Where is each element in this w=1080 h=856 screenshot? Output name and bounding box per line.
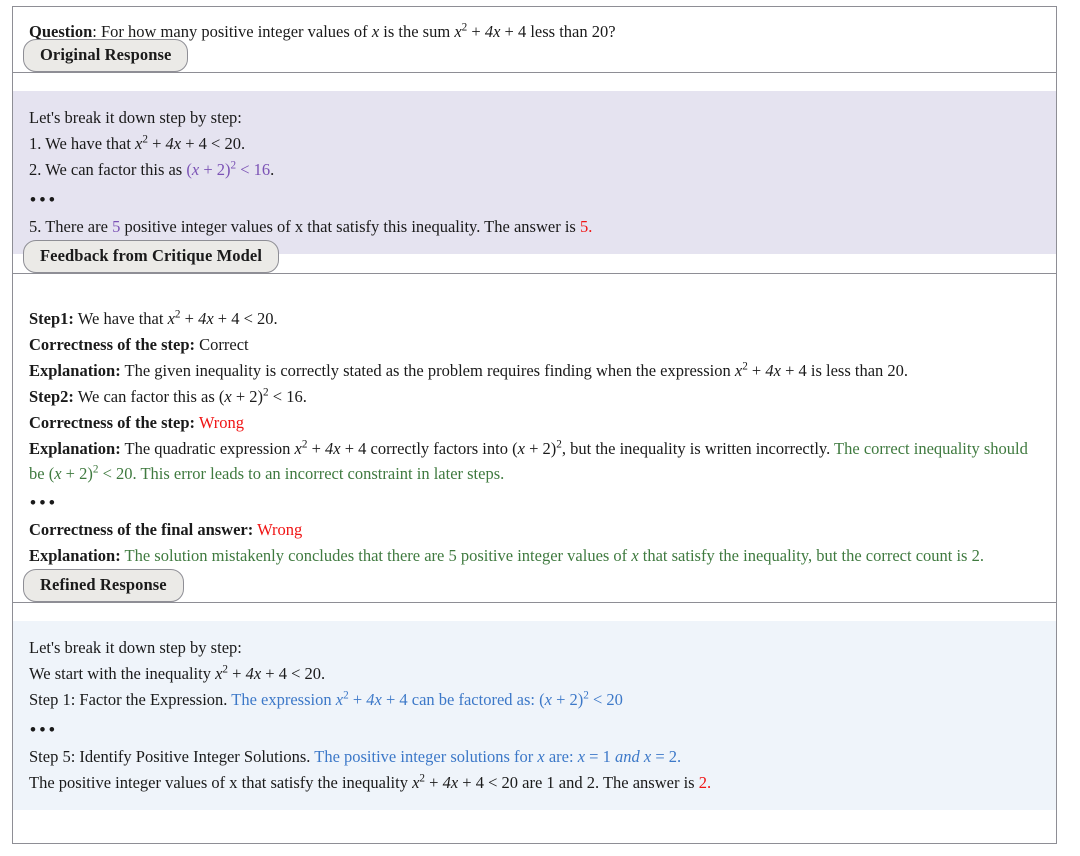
feedback-explanation-2-expr1: x2 + 4x + 4: [294, 438, 367, 458]
refined-line-3-blue-a: The expression: [231, 690, 336, 710]
original-line-2-suffix: .: [241, 134, 246, 154]
feedback-explanation-label-1: Explanation:: [29, 360, 121, 380]
feedback-explanation-label-3: Explanation:: [29, 546, 121, 566]
refined-line-3: Step 1: Factor the Expression. The expre…: [29, 687, 1040, 712]
feedback-step2-correctness: Correctness of the step: Wrong: [29, 410, 1040, 435]
question-text-after: less than 20?: [526, 22, 616, 41]
refined-line-2: We start with the inequality x2 + 4x + 4…: [29, 661, 1040, 686]
feedback-correctness-value-2: Wrong: [198, 412, 245, 432]
refined-line-6-mid: are 1 and 2. The answer is: [518, 772, 699, 792]
original-line-5-answer: 5.: [579, 216, 593, 236]
refined-line-5-blue-a: The positive integer solutions for: [314, 746, 538, 766]
feedback-explanation-1-suffix: is less than 20.: [806, 360, 909, 380]
question-label: Question: [29, 22, 93, 41]
feedback-explanation-2-b: correctly factors into: [366, 438, 513, 458]
tab-refined-response[interactable]: Refined Response: [23, 569, 184, 603]
feedback-body: Step1: We have that x2 + 4x + 4 < 20. Co…: [13, 291, 1056, 584]
refined-line-2-suffix: .: [321, 664, 326, 684]
original-response-rule: [13, 72, 1056, 74]
refined-line-5: Step 5: Identify Positive Integer Soluti…: [29, 744, 1040, 769]
refined-line-5-blue-b: are:: [544, 746, 578, 766]
refined-line-5-var: x: [537, 746, 545, 766]
original-line-2: 1. We have that x2 + 4x + 4 < 20.: [29, 131, 1040, 156]
refined-ellipsis: •••: [30, 719, 59, 739]
original-line-3-prefix: 2. We can factor this as: [29, 160, 187, 180]
feedback-final-correctness: Correctness of the final answer: Wrong: [29, 517, 1040, 542]
feedback-step2-suffix: .: [302, 386, 307, 406]
refined-line-3-blue-b: can be factored as:: [407, 690, 540, 710]
refined-response-body: Let's break it down step by step: We sta…: [13, 621, 1056, 810]
feedback-step1-text: We have that: [77, 308, 168, 328]
answer-comparison-panel: Question: For how many positive integer …: [12, 6, 1057, 844]
refined-line-2-expression: x2 + 4x + 4 < 20: [215, 663, 322, 684]
refined-line-6: The positive integer values of x that sa…: [29, 770, 1040, 795]
original-line-5-prefix: 5. There are: [29, 216, 113, 236]
original-line-3: 2. We can factor this as (x + 2)2 < 16.: [29, 157, 1040, 182]
feedback-explanation-3-var: x: [631, 546, 639, 566]
refined-line-5-prefix: Step 5: Identify Positive Integer Soluti…: [29, 746, 315, 766]
feedback-explanation-2: Explanation: The quadratic expression x2…: [29, 436, 1040, 486]
feedback-step2-label: Step2:: [29, 386, 74, 406]
feedback-explanation-2-c: , but the inequality is written incorrec…: [561, 438, 831, 458]
feedback-explanation-3-a: The solution mistakenly concludes that t…: [124, 546, 632, 566]
question-text-mid: is the sum: [379, 22, 455, 41]
feedback-correctness-value-1: Correct: [199, 334, 249, 354]
tab-original-response[interactable]: Original Response: [23, 39, 189, 73]
refined-line-6-expression: x2 + 4x + 4 < 20: [412, 772, 519, 792]
original-line-5: 5. There are 5 positive integer values o…: [29, 214, 1040, 239]
feedback-step2: Step2: We can factor this as (x + 2)2 < …: [29, 384, 1040, 409]
refined-line-6-prefix: The positive integer values of x that sa…: [29, 772, 413, 792]
feedback-step1: Step1: We have that x2 + 4x + 4 < 20.: [29, 306, 1040, 331]
original-line-3-suffix: .: [270, 160, 275, 180]
feedback-final-correctness-value: Wrong: [257, 520, 303, 540]
feedback-explanation-2-green-expr: (x + 2)2 < 20: [48, 463, 133, 484]
feedback-tabrow: Feedback from Critique Model: [13, 239, 1056, 292]
refined-response-tabrow: Refined Response: [13, 569, 1056, 621]
original-line-2-prefix: 1. We have that: [29, 134, 136, 154]
refined-line-3-prefix: Step 1: Factor the Expression.: [29, 690, 232, 710]
feedback-step1-expression: x2 + 4x + 4 < 20: [167, 308, 274, 328]
feedback-step1-label: Step1:: [29, 308, 74, 328]
original-response-tabrow: Original Response: [13, 39, 1056, 91]
refined-line-3-expr1: x2 + 4x + 4: [335, 689, 408, 710]
original-line-5-mid: positive integer values of x that satisf…: [120, 216, 580, 236]
feedback-explanation-2-expr2: (x + 2)2: [512, 438, 562, 458]
refined-response-rule: [13, 602, 1056, 604]
refined-line-6-answer: 2.: [698, 772, 712, 792]
feedback-step2-text: We can factor this as: [77, 386, 219, 406]
feedback-explanation-label-2: Explanation:: [29, 438, 121, 458]
question-text-before: : For how many positive integer values o…: [92, 22, 372, 41]
tab-feedback-from-critique-model[interactable]: Feedback from Critique Model: [23, 239, 280, 273]
feedback-step1-correctness: Correctness of the step: Correct: [29, 332, 1040, 357]
original-response-body: Let's break it down step by step: 1. We …: [13, 91, 1056, 254]
original-ellipsis: •••: [30, 189, 59, 209]
feedback-explanation-1-expression: x2 + 4x + 4: [734, 360, 807, 380]
feedback-ellipsis: •••: [30, 493, 59, 513]
refined-line-5-expression: x = 1 and x = 2.: [577, 746, 682, 766]
original-line-3-expression: (x + 2)2 < 16: [186, 159, 271, 180]
feedback-explanation-3: Explanation: The solution mistakenly con…: [29, 543, 1040, 568]
feedback-rule: [13, 272, 1056, 274]
feedback-explanation-1-text: The given inequality is correctly stated…: [124, 360, 735, 380]
feedback-step2-expression: (x + 2)2 < 16: [218, 386, 303, 406]
feedback-explanation-3-b: that satisfy the inequality, but the cor…: [638, 546, 984, 566]
feedback-correctness-label-2: Correctness of the step:: [29, 412, 196, 432]
feedback-explanation-1: Explanation: The given inequality is cor…: [29, 358, 1040, 383]
feedback-correctness-label-1: Correctness of the step:: [29, 334, 196, 354]
feedback-explanation-2-green-b: . This error leads to an incorrect const…: [132, 464, 505, 484]
refined-line-3-expr2: (x + 2)2 < 20: [539, 689, 623, 710]
refined-line-2-prefix: We start with the inequality: [29, 664, 216, 684]
feedback-final-correctness-label: Correctness of the final answer:: [29, 520, 254, 540]
refined-line-1: Let's break it down step by step:: [29, 638, 242, 658]
feedback-step1-suffix: .: [273, 308, 278, 328]
original-line-1: Let's break it down step by step:: [29, 108, 242, 128]
question-expression: x2 + 4x + 4: [454, 21, 527, 41]
original-line-2-expression: x2 + 4x + 4 < 20: [135, 133, 241, 154]
feedback-explanation-2-a: The quadratic expression: [124, 438, 295, 458]
